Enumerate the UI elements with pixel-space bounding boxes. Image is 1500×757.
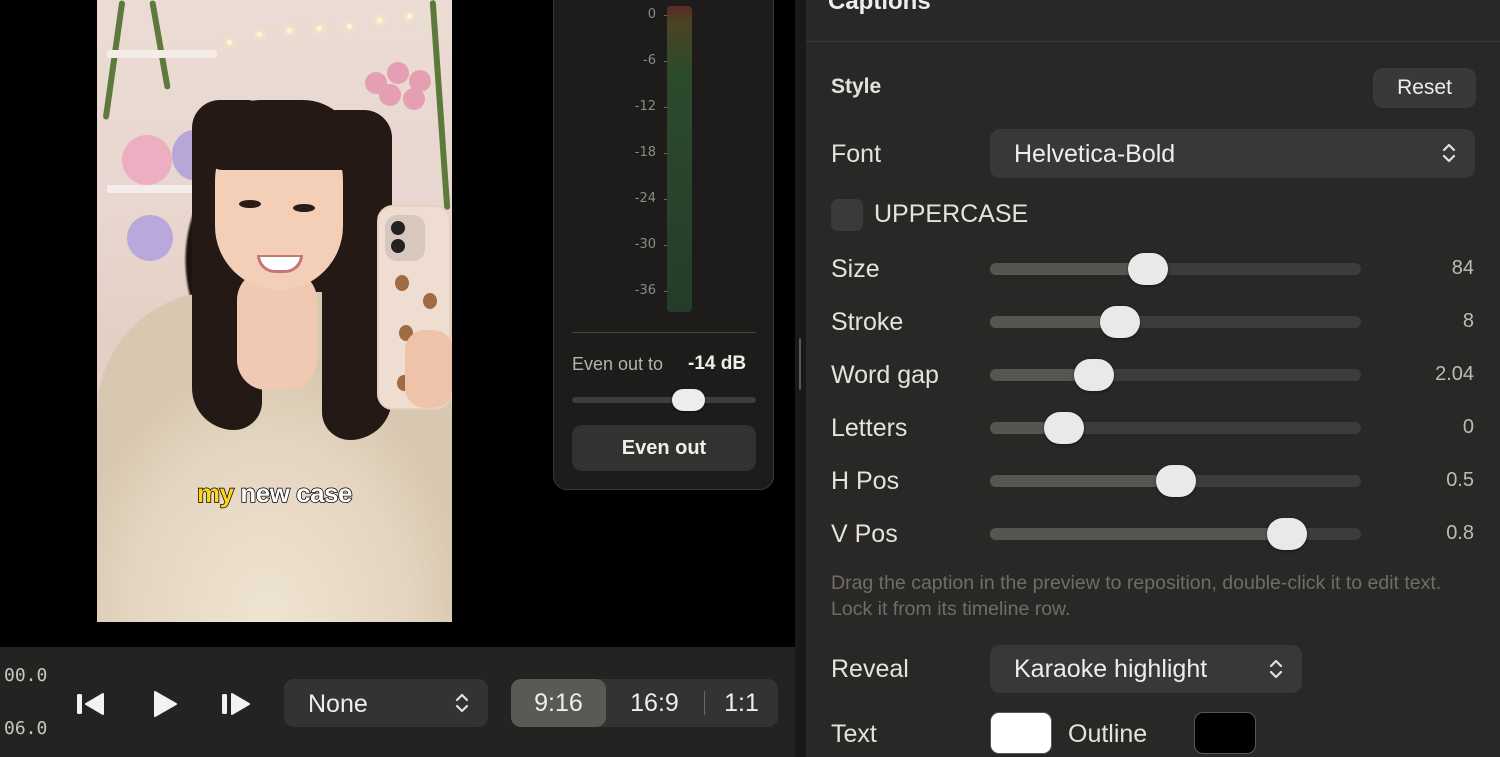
reveal-select-value: Karaoke highlight (1014, 655, 1208, 683)
h-pos-value: 0.5 (1446, 469, 1474, 491)
reveal-select[interactable]: Karaoke highlight (990, 645, 1302, 693)
even-out-slider[interactable] (572, 389, 756, 411)
meter-tick: 0 (584, 7, 670, 22)
splitter-grip[interactable] (799, 338, 801, 390)
reset-button[interactable]: Reset (1373, 68, 1476, 108)
letters-slider[interactable] (990, 412, 1361, 444)
text-color-label: Text (831, 720, 877, 748)
even-out-slider-thumb[interactable] (671, 389, 705, 411)
font-select[interactable]: Helvetica-Bold (990, 129, 1475, 178)
transition-select-value: None (308, 690, 368, 718)
chevron-updown-icon (1269, 659, 1283, 679)
meter-tick: -12 (584, 99, 670, 114)
play-icon (154, 691, 177, 717)
meter-tick: -6 (584, 53, 670, 68)
aspect-1-1-button[interactable]: 1:1 (705, 679, 778, 727)
caption-overlay[interactable]: my new case (97, 477, 452, 509)
aspect-16-9-button[interactable]: 16:9 (606, 679, 703, 727)
letters-slider-thumb[interactable] (1044, 412, 1085, 444)
skip-forward-button[interactable] (216, 686, 256, 722)
font-label: Font (831, 140, 882, 168)
letters-label: Letters (831, 414, 908, 442)
panel-title: Captions (828, 0, 931, 15)
stroke-value: 8 (1462, 310, 1474, 332)
v-pos-slider[interactable] (990, 518, 1361, 550)
word-gap-label: Word gap (831, 361, 939, 389)
outline-color-label: Outline (1068, 720, 1148, 748)
chevron-updown-icon (455, 693, 469, 713)
loudness-meter-panel: 0 -6 -12 -18 -24 -30 -36 Even out to -14… (553, 0, 774, 490)
panel-splitter[interactable] (795, 0, 806, 757)
size-label: Size (831, 255, 880, 283)
skip-back-icon (77, 693, 104, 715)
font-select-value: Helvetica-Bold (1014, 140, 1176, 168)
skip-back-button[interactable] (72, 686, 112, 722)
level-meter-bar (667, 6, 692, 312)
size-slider[interactable] (990, 253, 1361, 285)
reposition-hint: Drag the caption in the preview to repos… (831, 572, 1442, 620)
meter-tick: -24 (584, 191, 670, 206)
v-pos-label: V Pos (831, 520, 898, 548)
even-out-button[interactable]: Even out (572, 425, 756, 471)
chevron-updown-icon (1442, 143, 1456, 163)
meter-tick: -18 (584, 145, 670, 160)
timecode-end: 06.0 (4, 718, 48, 739)
meter-tick: -36 (584, 283, 670, 298)
divider (806, 41, 1500, 42)
meter-tick: -30 (584, 237, 670, 252)
outline-color-swatch[interactable] (1194, 712, 1256, 754)
v-pos-value: 0.8 (1446, 522, 1474, 544)
transition-select[interactable]: None (284, 679, 488, 727)
skip-forward-icon (222, 693, 250, 715)
h-pos-slider[interactable] (990, 465, 1361, 497)
video-frame[interactable]: my new case (97, 0, 452, 622)
divider (572, 332, 756, 333)
uppercase-label: UPPERCASE (874, 200, 1029, 228)
play-button[interactable] (145, 686, 185, 722)
stroke-label: Stroke (831, 308, 904, 336)
style-heading: Style (831, 75, 882, 98)
caption-word: new case (240, 477, 354, 509)
word-gap-slider-thumb[interactable] (1073, 359, 1114, 391)
fairy-lights (217, 10, 447, 50)
stroke-slider[interactable] (990, 306, 1361, 338)
aspect-9-16-button[interactable]: 9:16 (511, 679, 606, 727)
h-pos-slider-thumb[interactable] (1155, 465, 1196, 497)
uppercase-checkbox[interactable] (831, 199, 863, 231)
video-preview: my new case 0 -6 -12 -18 -24 -30 -36 Eve… (0, 0, 795, 647)
h-pos-label: H Pos (831, 467, 900, 495)
letters-value: 0 (1462, 416, 1474, 438)
even-out-value: -14 dB (688, 353, 747, 374)
aspect-ratio-segmented-control: 9:16 16:9 1:1 (511, 679, 778, 727)
text-color-swatch[interactable] (990, 712, 1052, 754)
even-out-label: Even out to (572, 354, 664, 374)
captions-panel: Captions Style Reset Font Helvetica-Bold… (806, 0, 1500, 757)
word-gap-value: 2.04 (1435, 363, 1474, 385)
size-slider-thumb[interactable] (1127, 253, 1168, 285)
v-pos-slider-thumb[interactable] (1266, 518, 1307, 550)
reveal-label: Reveal (831, 655, 909, 683)
timecode-start: 00.0 (4, 665, 48, 686)
word-gap-slider[interactable] (990, 359, 1361, 391)
size-value: 84 (1451, 257, 1474, 279)
stroke-slider-thumb[interactable] (1099, 306, 1140, 338)
caption-highlight-word: my (196, 477, 235, 509)
